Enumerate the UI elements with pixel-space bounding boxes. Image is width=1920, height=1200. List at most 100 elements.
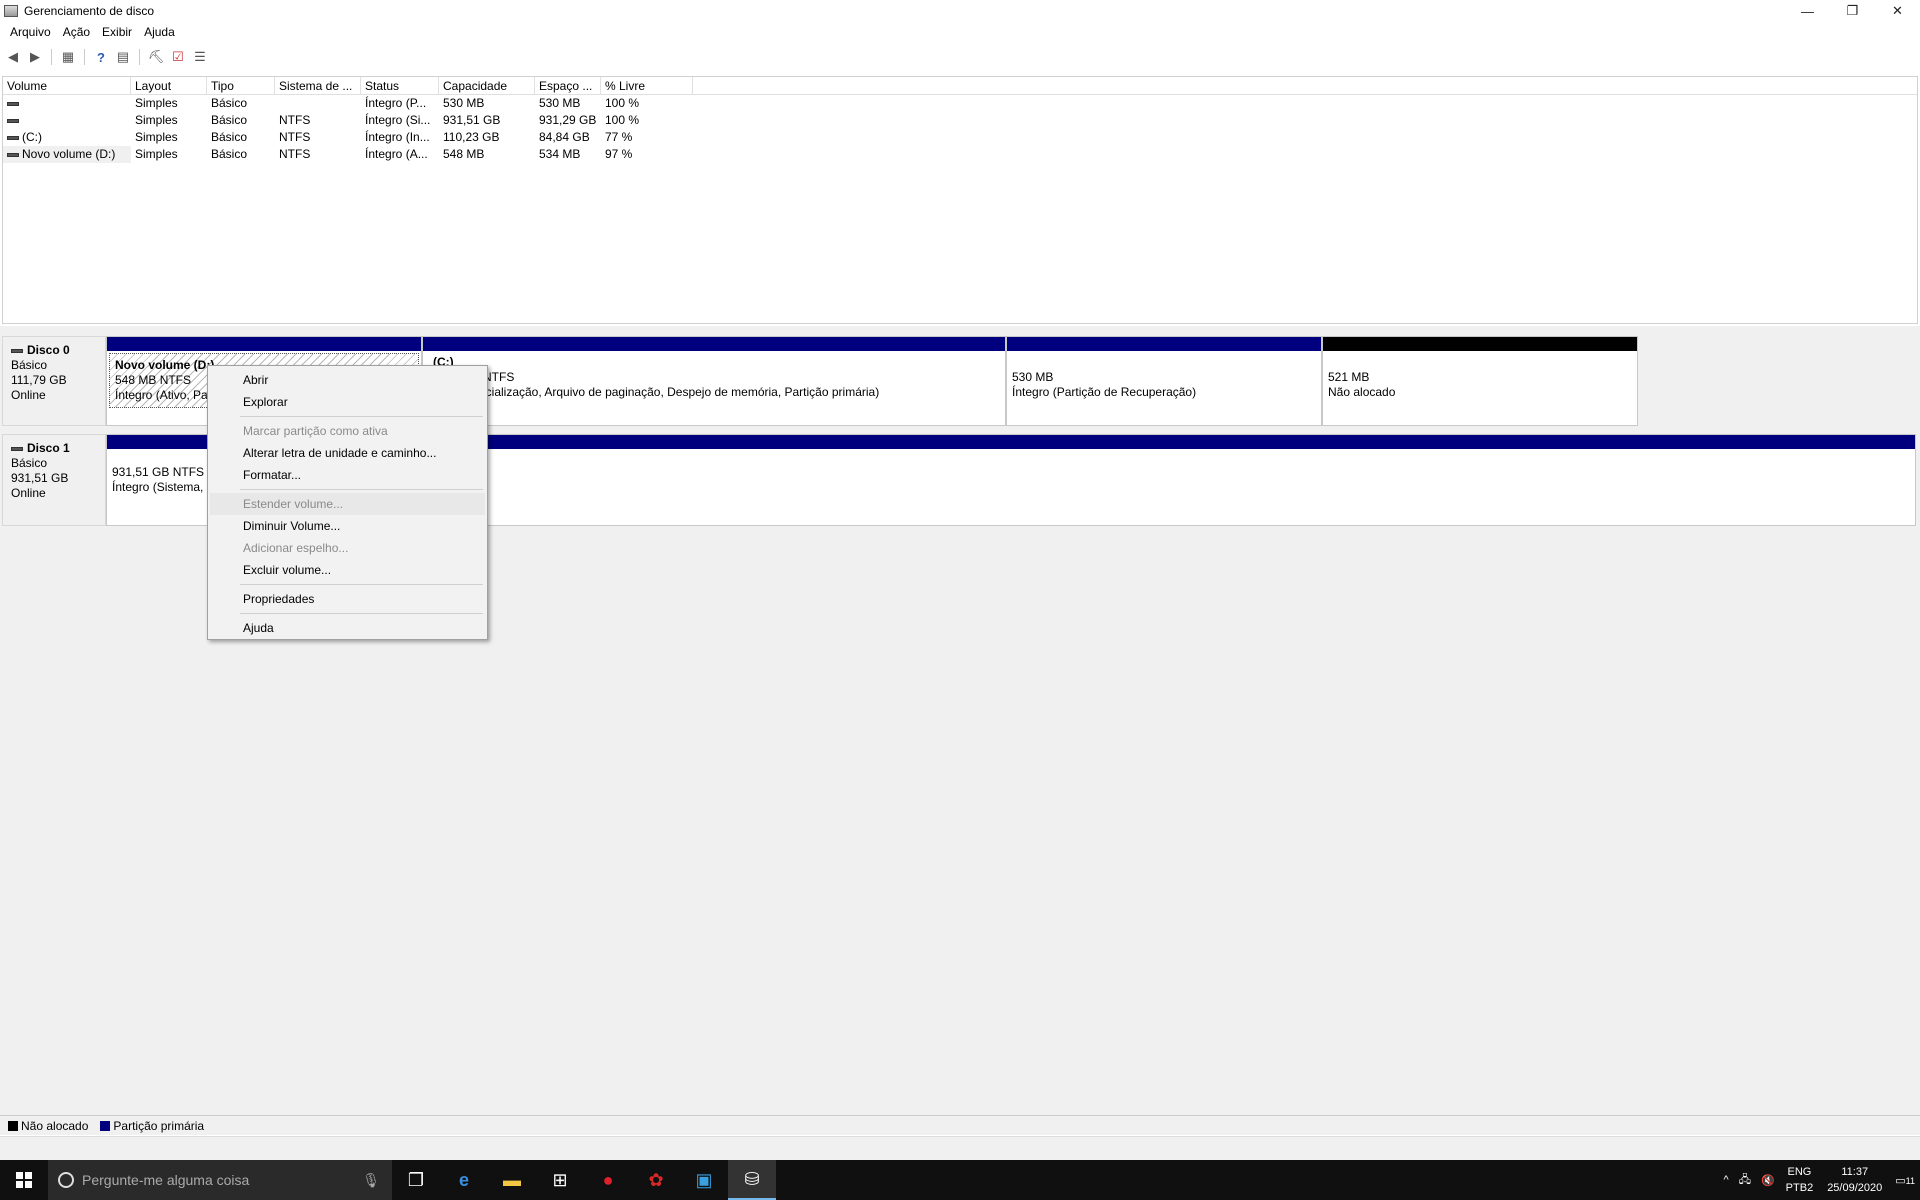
column-header-capacidade[interactable]: Capacidade [439, 77, 535, 94]
volume-muted-icon[interactable]: 🔇 [1756, 1174, 1780, 1187]
legend-label: Partição primária [113, 1118, 205, 1133]
chevron-up-icon[interactable]: ^ [1719, 1174, 1734, 1186]
capacidade-cell: 110,23 GB [443, 130, 500, 144]
column-header-status[interactable]: Status [361, 77, 439, 94]
volume-list: Volume Layout Tipo Sistema de ... Status… [2, 76, 1918, 324]
tipo-cell: Básico [211, 113, 248, 127]
checklist-icon[interactable]: ☑ [169, 48, 187, 66]
partition-status: Não alocado [1328, 385, 1396, 399]
disk-label[interactable]: Disco 1 Básico 931,51 GB Online [2, 434, 106, 526]
taskbar: Pergunte-me alguma coisa 🎙 ❐ e ▬ ⊞ ● ✿ ▣… [0, 1160, 1920, 1200]
tipo-cell: Básico [211, 96, 248, 110]
table-row[interactable]: (C:) Simples Básico NTFS Íntegro (In... … [3, 129, 1917, 146]
clock[interactable]: 11:37 25/09/2020 [1819, 1164, 1890, 1196]
search-box[interactable]: Pergunte-me alguma coisa 🎙 [48, 1160, 392, 1200]
tipo-cell: Básico [211, 147, 248, 161]
partition-name [1328, 355, 1632, 370]
search-placeholder: Pergunte-me alguma coisa [82, 1172, 250, 1188]
app-blue-icon[interactable]: ▣ [680, 1160, 728, 1200]
console-tree-icon[interactable]: ▦ [59, 48, 77, 66]
file-explorer-icon[interactable]: ▬ [488, 1160, 536, 1200]
restore-button[interactable]: ❐ [1830, 0, 1875, 22]
clock-time: 11:37 [1841, 1166, 1869, 1178]
notification-center-icon[interactable]: ▭11 [1890, 1174, 1920, 1187]
disk-name-wrap: Disco 0 [11, 343, 97, 358]
menu-item-estender[interactable]: Estender volume... [210, 493, 485, 515]
forward-icon[interactable]: ▶ [26, 48, 44, 66]
layout-cell: Simples [135, 113, 178, 127]
volume-cell: (C:) [3, 129, 131, 146]
close-button[interactable]: ✕ [1875, 0, 1920, 22]
legend-label: Não alocado [21, 1118, 89, 1133]
list-view-icon[interactable]: ☰ [191, 48, 209, 66]
clock-date: 25/09/2020 [1827, 1182, 1883, 1194]
sistema-cell: NTFS [279, 130, 311, 144]
minimize-button[interactable]: — [1785, 0, 1830, 22]
windows-logo-icon [16, 1172, 32, 1188]
store-icon[interactable]: ⊞ [536, 1160, 584, 1200]
help-icon[interactable]: ? [92, 48, 110, 66]
menu-item-excluir[interactable]: Excluir volume... [210, 559, 485, 581]
partition-status: icialização, Arquivo de paginação, Despe… [483, 385, 880, 399]
menu-item-propriedades[interactable]: Propriedades [210, 588, 485, 610]
opera-icon[interactable]: ● [584, 1160, 632, 1200]
partition-c[interactable]: (C:) NTFS icialização, Arquivo de pagina… [422, 336, 1006, 426]
espaco-cell: 931,29 GB [539, 113, 597, 127]
column-header-tipo[interactable]: Tipo [207, 77, 275, 94]
volume-name: (C:) [22, 130, 42, 144]
start-button[interactable] [0, 1160, 48, 1200]
partition-unallocated[interactable]: 521 MB Não alocado [1322, 336, 1638, 426]
menu-item-adicionar-espelho[interactable]: Adicionar espelho... [210, 537, 485, 559]
menu-separator [240, 416, 483, 417]
app-red-icon[interactable]: ✿ [632, 1160, 680, 1200]
table-row[interactable]: Novo volume (D:) Simples Básico NTFS Ínt… [3, 146, 1917, 163]
table-row[interactable]: Simples Básico NTFS Íntegro (Si... 931,5… [3, 112, 1917, 129]
menu-item-explorar[interactable]: Explorar [210, 391, 485, 413]
title-bar: Gerenciamento de disco — ❐ ✕ [0, 0, 1920, 22]
menu-item-diminuir[interactable]: Diminuir Volume... [210, 515, 485, 537]
menu-item-abrir[interactable]: Abrir [210, 369, 485, 391]
partition-recovery[interactable]: 530 MB Íntegro (Partição de Recuperação) [1006, 336, 1322, 426]
window-controls: — ❐ ✕ [1785, 0, 1920, 22]
disk-management-app-icon [4, 5, 18, 17]
menu-exibir[interactable]: Exibir [96, 25, 138, 39]
toolbar: ◀ ▶ ▦ ? ▤ ⛏ ☑ ☰ [0, 45, 1920, 69]
column-header-livre[interactable]: % Livre [601, 77, 693, 94]
table-row[interactable]: Simples Básico Íntegro (P... 530 MB 530 … [3, 95, 1917, 112]
disk-type: Básico [11, 358, 48, 372]
partition-bar [107, 337, 421, 351]
layout-cell: Simples [135, 130, 178, 144]
disk-label[interactable]: Disco 0 Básico 111,79 GB Online [2, 336, 106, 426]
partition-size: NTFS [483, 370, 515, 384]
task-view-icon[interactable]: ❐ [392, 1160, 440, 1200]
menu-item-alterar-letra[interactable]: Alterar letra de unidade e caminho... [210, 442, 485, 464]
legend-swatch [100, 1120, 111, 1131]
column-header-sistema[interactable]: Sistema de ... [275, 77, 361, 94]
disk-name: Disco 0 [27, 343, 70, 357]
properties-icon[interactable]: ▤ [114, 48, 132, 66]
livre-cell: 100 % [605, 113, 640, 127]
network-icon[interactable]: 🖧 [1734, 1171, 1756, 1190]
partition-body: 521 MB Não alocado [1323, 351, 1637, 404]
menu-item-ajuda[interactable]: Ajuda [210, 617, 485, 639]
column-header-espaco[interactable]: Espaço ... [535, 77, 601, 94]
column-header-layout[interactable]: Layout [131, 77, 207, 94]
disk-management-taskbar-icon[interactable]: ⛁ [728, 1160, 776, 1200]
menu-item-marcar-ativa[interactable]: Marcar partição como ativa [210, 420, 485, 442]
rescan-icon[interactable]: ⛏ [147, 48, 165, 66]
menu-separator [240, 584, 483, 585]
menu-ajuda[interactable]: Ajuda [138, 25, 181, 39]
menu-arquivo[interactable]: Arquivo [4, 25, 57, 39]
language-indicator[interactable]: ENG PTB2 [1780, 1164, 1820, 1196]
menu-acao[interactable]: Ação [57, 25, 96, 39]
lang-top: ENG [1787, 1166, 1812, 1178]
back-icon[interactable]: ◀ [4, 48, 22, 66]
layout-cell: Simples [135, 96, 178, 110]
edge-icon[interactable]: e [440, 1160, 488, 1200]
microphone-icon[interactable]: 🎙 [362, 1172, 380, 1189]
column-header-volume[interactable]: Volume [3, 77, 131, 94]
partition-body: (C:) NTFS icialização, Arquivo de pagina… [423, 351, 1005, 404]
tipo-cell: Básico [211, 130, 248, 144]
menu-item-formatar[interactable]: Formatar... [210, 464, 485, 486]
legend: Não alocado Partição primária [0, 1115, 1920, 1135]
